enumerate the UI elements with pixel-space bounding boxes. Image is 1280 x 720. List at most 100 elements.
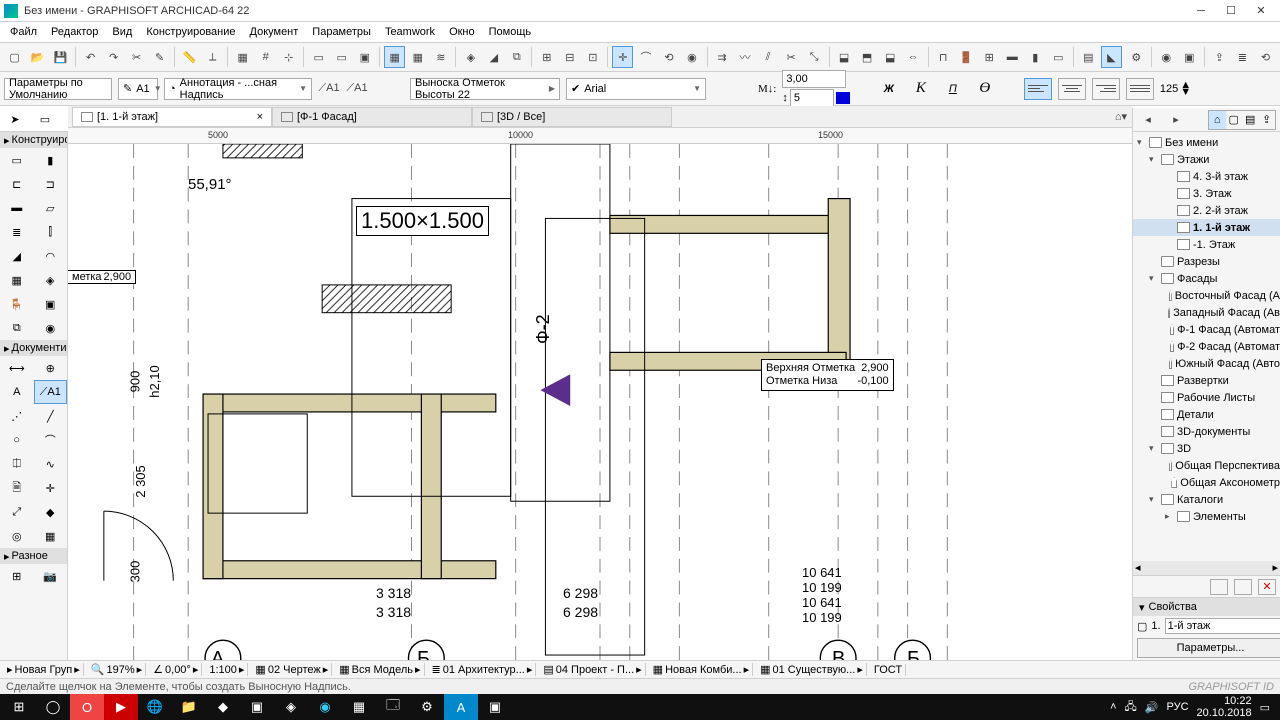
new-icon[interactable]: ▢ xyxy=(4,46,25,68)
shell-tool-icon[interactable]: ◠ xyxy=(34,244,68,268)
props-floor-input[interactable] xyxy=(1165,618,1280,634)
detail-tool-icon[interactable]: ◎ xyxy=(0,524,34,548)
level-tool-icon[interactable]: ⊕ xyxy=(34,356,68,380)
tree-elements[interactable]: ▸Элементы xyxy=(1133,508,1280,525)
tree-3ddocs[interactable]: 3D-документы xyxy=(1133,423,1280,440)
drawing-area[interactable]: 55,91° 1.500×1.500 метка2,900 Ф-2 Верхня… xyxy=(68,144,1132,660)
tab-close-icon[interactable]: × xyxy=(257,111,263,123)
menu-view[interactable]: Вид xyxy=(106,24,138,40)
nav-tabs[interactable]: ⌂ ▢ ▤ ⇪ xyxy=(1208,110,1276,130)
qb-angle[interactable]: ∠0,00°▸ xyxy=(150,663,202,676)
tab-facade[interactable]: [Ф-1 Фасад] xyxy=(272,107,472,127)
italic-button[interactable]: К xyxy=(908,78,934,100)
tree-razvertki[interactable]: Развертки xyxy=(1133,372,1280,389)
arrow-tool-icon[interactable]: ➤ xyxy=(0,110,30,130)
align-c-icon[interactable]: ⬒ xyxy=(857,46,878,68)
morph-tool-icon[interactable]: ◈ xyxy=(34,268,68,292)
task-app5-icon[interactable]: ▦ xyxy=(342,694,376,720)
offset-icon[interactable]: ⇉ xyxy=(711,46,732,68)
nav-scrollbar[interactable]: ◂▸ xyxy=(1133,561,1280,575)
nav-tab-layouts-icon[interactable]: ▤ xyxy=(1242,111,1259,129)
tree-story-2[interactable]: 2. 2-й этаж xyxy=(1133,202,1280,219)
camera-tool-icon[interactable]: 📷 xyxy=(34,564,68,588)
navigator-toggle-icon[interactable]: ⌂▾ xyxy=(1110,106,1132,128)
renovation-icon[interactable]: ⟲ xyxy=(1255,46,1276,68)
menu-file[interactable]: Файл xyxy=(4,24,43,40)
slab-tool-icon[interactable]: ▱ xyxy=(34,196,68,220)
qb-q4[interactable]: ▤04 Проект - П...▸ xyxy=(540,663,645,676)
label-type2-icon[interactable]: ⟋A1 xyxy=(346,78,368,100)
measure-icon[interactable]: ⟂ xyxy=(202,46,223,68)
qb-q5[interactable]: ▦Новая Комби...▸ xyxy=(650,663,753,676)
tool-a-icon[interactable]: ▭ xyxy=(308,46,329,68)
align-r-icon[interactable]: ⬓ xyxy=(880,46,901,68)
wall-tool-icon[interactable]: ▭ xyxy=(0,148,34,172)
ungroup-icon[interactable]: ⊟ xyxy=(559,46,580,68)
grid-icon[interactable]: ▦ xyxy=(232,46,253,68)
redo-icon[interactable]: ↷ xyxy=(103,46,124,68)
parameters-button[interactable]: Параметры... xyxy=(1137,638,1280,658)
underline-button[interactable]: П xyxy=(940,78,966,100)
grid-element-icon[interactable]: ⊞ xyxy=(0,564,34,588)
callout-preset-dropdown[interactable]: Выноска Отметок Высоты 22▶ xyxy=(410,78,560,100)
mesh-icon[interactable]: ⧉ xyxy=(506,46,527,68)
task-app6-icon[interactable]: 🗔 xyxy=(376,694,410,720)
tree-facade-w[interactable]: Западный Фасад (Ав xyxy=(1133,304,1280,321)
circle-tool-icon[interactable]: ○ xyxy=(0,428,34,452)
line-tool-icon[interactable]: ╱ xyxy=(34,404,68,428)
align-right-button[interactable] xyxy=(1092,78,1120,100)
task-explorer-icon[interactable]: 📁 xyxy=(172,694,206,720)
system-tray[interactable]: ˄ 🖧 🔊 РУС 10:2220.10.2018 ▭ xyxy=(1102,695,1278,719)
tree-facade-f1[interactable]: Ф-1 Фасад (Автомат xyxy=(1133,321,1280,338)
bold-button[interactable]: Ж xyxy=(876,78,902,100)
tree-story-3[interactable]: 3. Этаж xyxy=(1133,185,1280,202)
text-tool-icon[interactable]: A xyxy=(0,380,34,404)
size2-input[interactable] xyxy=(790,89,834,107)
window-tool-icon[interactable]: ⊐ xyxy=(34,172,68,196)
qb-q6[interactable]: ▦01 Существую...▸ xyxy=(757,663,867,676)
arc-tool-icon[interactable]: ⌒ xyxy=(34,428,68,452)
qb-scale[interactable]: 1:100▸ xyxy=(206,663,248,676)
task-youtube-icon[interactable]: ▶ xyxy=(104,694,138,720)
qb-q1[interactable]: ▦02 Чертеж▸ xyxy=(252,663,332,676)
tree-axon[interactable]: Общая Аксонометр xyxy=(1133,474,1280,491)
align-justify-button[interactable] xyxy=(1126,78,1154,100)
beam-tool-icon[interactable]: ▬ xyxy=(0,196,34,220)
task-settings-icon[interactable]: ⚙ xyxy=(410,694,444,720)
rail-tool-icon[interactable]: ⫿ xyxy=(34,220,68,244)
nav-prev-icon[interactable]: ◂ xyxy=(1137,109,1159,131)
tray-lang[interactable]: РУС xyxy=(1167,701,1189,713)
tray-up-icon[interactable]: ˄ xyxy=(1110,701,1116,713)
trace-icon[interactable]: ▦ xyxy=(384,46,405,68)
stair-icon[interactable]: ▤ xyxy=(1078,46,1099,68)
marquee-tool-icon[interactable]: ▭ xyxy=(30,110,60,130)
tree-catalogs[interactable]: ▾Каталоги xyxy=(1133,491,1280,508)
fill-tool-icon[interactable]: ⋰ xyxy=(0,404,34,428)
nav-clone-icon[interactable] xyxy=(1234,579,1252,595)
tab-3d[interactable]: [3D / Все] xyxy=(472,107,672,127)
align-center-button[interactable] xyxy=(1058,78,1086,100)
lamp-tool-icon[interactable]: ◉ xyxy=(34,316,68,340)
tree-sections[interactable]: Разрезы xyxy=(1133,253,1280,270)
tray-notif-icon[interactable]: ▭ xyxy=(1260,701,1270,714)
column-tool-icon[interactable]: ▮ xyxy=(34,148,68,172)
label-tool-icon[interactable]: ◣ xyxy=(1101,46,1122,68)
beam-icon[interactable]: ▬ xyxy=(1002,46,1023,68)
task-chrome-icon[interactable]: 🌐 xyxy=(138,694,172,720)
snap-icon[interactable]: # xyxy=(255,46,276,68)
curve-icon[interactable]: ⌒ xyxy=(635,46,656,68)
qb-gost[interactable]: ГОСТ xyxy=(871,664,906,676)
drawing-canvas[interactable]: 5000 10000 15000 xyxy=(68,128,1132,660)
tool-b-icon[interactable]: ▭ xyxy=(331,46,352,68)
maximize-button[interactable]: ☐ xyxy=(1216,1,1246,21)
start-button[interactable]: ⊞ xyxy=(2,694,36,720)
group-icon[interactable]: ⊞ xyxy=(536,46,557,68)
label-type1-icon[interactable]: ⟋A1 xyxy=(318,78,340,100)
task-app1-icon[interactable]: ◆ xyxy=(206,694,240,720)
nav-tab-publisher-icon[interactable]: ⇪ xyxy=(1259,111,1276,129)
guides-icon[interactable]: ⊹ xyxy=(278,46,299,68)
snap-guide-icon[interactable]: ✛ xyxy=(612,46,633,68)
drawing-tool-icon[interactable]: 🗎 xyxy=(0,476,34,500)
zone-tool-icon[interactable]: ▣ xyxy=(34,292,68,316)
qb-newgroup[interactable]: ▸Новая Груп▸ xyxy=(4,663,84,676)
